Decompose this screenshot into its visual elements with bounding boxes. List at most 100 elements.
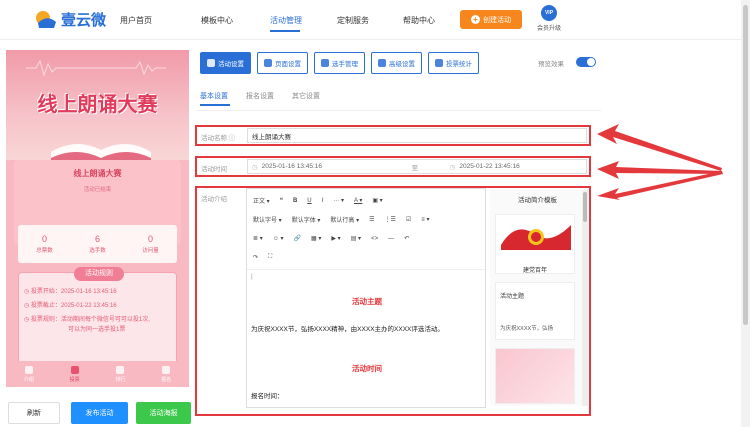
editor-tabs: 活动设置 页面设置 选手管理 高级设置 投票统计 [200, 52, 479, 74]
open-book-icon [51, 143, 151, 160]
rules-title: 活动规则 [74, 267, 124, 281]
divider-line-icon[interactable]: — [388, 236, 394, 242]
todo-icon[interactable]: ☑ [406, 216, 411, 223]
template-panel-scrollbar[interactable] [582, 190, 588, 406]
line-height-select[interactable]: 默认行高 ▾ [330, 215, 359, 224]
divider [196, 110, 601, 111]
paragraph-style-select[interactable]: 正文 ▾ [253, 196, 270, 205]
subtab-basic[interactable]: 基本设置 [200, 91, 228, 101]
underline-icon[interactable]: U [307, 198, 311, 204]
gear-icon [264, 59, 272, 67]
content-heading-time: 活动时间 [352, 364, 382, 373]
annotation-arrows [597, 124, 723, 200]
page-scrollbar[interactable] [741, 0, 750, 427]
gear-icon [207, 59, 215, 67]
signup-icon [162, 365, 171, 374]
preview-hero-title: 线上朗诵大赛 [37, 92, 158, 116]
font-size-select[interactable]: 默认字号 ▾ [253, 215, 282, 224]
rank-icon [116, 365, 125, 374]
sound-wave-icon [26, 59, 166, 77]
activity-poster-button[interactable]: 活动海报 [136, 402, 191, 424]
preview-tabbar: 介绍 投票 排行 报名 [6, 361, 189, 387]
rich-text-editor[interactable]: 正文 ▾ ❝ B U I ··· ▾ A ▾ ▣ ▾ 默认字号 ▾ 默认字体 ▾… [246, 188, 486, 408]
create-activity-button[interactable]: + 创建活动 [460, 10, 522, 29]
italic-icon[interactable]: I [322, 198, 324, 204]
template-card-1-caption: 建党百年 [522, 268, 547, 274]
tab-page-settings[interactable]: 页面设置 [257, 52, 308, 74]
vip-upgrade[interactable]: VIP 会员升级 [537, 5, 561, 32]
template-card-1[interactable]: 建党百年 [495, 214, 575, 274]
nav-help-center[interactable]: 帮助中心 [403, 15, 435, 26]
nav-activity-management[interactable]: 活动管理 [270, 15, 302, 26]
template-panel-scrollbar-thumb[interactable] [583, 192, 587, 222]
bullet-list-icon[interactable]: ☰ [369, 216, 374, 223]
redo-icon[interactable]: ↷ [253, 254, 258, 261]
subtab-other[interactable]: 其它设置 [292, 91, 320, 101]
align-icon[interactable]: ≡ ▾ [421, 216, 429, 223]
intro-label: 活动介绍 [201, 196, 227, 203]
rule-end-time: ◷ 投票截止：2025-01-22 13:45:16 [24, 303, 117, 309]
rule-start-time: ◷ 投票开始：2025-01-16 13:45:16 [24, 289, 117, 295]
template-card-2[interactable]: 活动主题 为庆祝XXXX节，弘扬 [495, 282, 575, 340]
preview-tab-signup: 报名 [161, 365, 171, 383]
intro-template-panel: 活动简介模板 建党百年 活动主题 为庆祝XXXX节，弘扬 [490, 190, 585, 406]
stat-visits: 0 访问量 [142, 234, 159, 254]
vip-badge-icon: VIP [541, 5, 557, 21]
editor-toolbar-row-4: ↷ ⛶ [253, 254, 272, 261]
fullscreen-icon[interactable]: ⛶ [268, 254, 272, 261]
template-card-3[interactable] [495, 348, 575, 404]
activity-name-input[interactable]: 线上朗诵大赛 [247, 128, 587, 143]
create-activity-label: 创建活动 [483, 16, 511, 24]
subtab-signup[interactable]: 报名设置 [246, 91, 274, 101]
preview-hero-banner: 线上朗诵大赛 [6, 50, 189, 160]
end-time-input[interactable]: 2025-01-22 13:45:16 [459, 163, 519, 170]
image-icon[interactable]: ▦ ▾ [311, 235, 321, 242]
preview-effect-toggle[interactable] [576, 57, 596, 67]
editor-content[interactable]: | 活动主题 为庆祝XXXX节，弘扬XXXX精神，由XXXX主办的XXXX评选活… [251, 273, 483, 400]
numbered-list-icon[interactable]: ⋮☰ [385, 216, 396, 223]
preview-stats: 0 总票数 6 选手数 0 访问量 [18, 225, 177, 263]
quote-icon[interactable]: ❝ [280, 197, 283, 204]
page-scrollbar-thumb[interactable] [743, 5, 748, 325]
toolbar-separator [247, 269, 485, 270]
emoji-icon[interactable]: ☺ ▾ [273, 235, 284, 242]
publish-activity-button[interactable]: 发布活动 [71, 402, 128, 424]
settings-subtabs: 基本设置 报名设置 其它设置 [200, 91, 320, 101]
activity-time-range: ◷ 2025-01-16 13:45:16 至 ◷ 2025-01-22 13:… [247, 159, 587, 174]
template-card-2-text: 为庆祝XXXX节，弘扬 [500, 326, 554, 332]
more-icon[interactable]: ··· ▾ [333, 197, 344, 204]
indent-icon[interactable]: ≣ ▾ [253, 235, 263, 242]
nav-template-center[interactable]: 模板中心 [201, 15, 233, 26]
time-separator: 至 [411, 164, 419, 172]
preview-panel-title: 线上朗诵大赛 [73, 169, 122, 178]
font-family-select[interactable]: 默认字体 ▾ [292, 215, 321, 224]
table-icon[interactable]: ▤ ▾ [351, 235, 361, 242]
stat-contestants: 6 选手数 [89, 234, 106, 254]
tab-contestant-management[interactable]: 选手管理 [314, 52, 365, 74]
refresh-button[interactable]: 刷新 [8, 402, 60, 424]
name-label: 活动名称 ⓘ [201, 135, 236, 142]
undo-icon[interactable]: ↶ [404, 235, 409, 242]
start-time-input[interactable]: 2025-01-16 13:45:16 [262, 163, 412, 170]
tab-activity-settings[interactable]: 活动设置 [200, 52, 251, 74]
preview-effect-label: 预览效果 [538, 61, 564, 68]
editor-toolbar-row-1: 正文 ▾ ❝ B U I ··· ▾ A ▾ ▣ ▾ [253, 196, 383, 206]
bold-icon[interactable]: B [293, 198, 297, 204]
nav-custom-service[interactable]: 定制服务 [337, 15, 369, 26]
phone-preview: 线上朗诵大赛 线上朗诵大赛 活动已结束 0 总票数 6 选手数 0 访问量 活动规则 … [6, 50, 189, 387]
nav-user-home[interactable]: 用户首页 [120, 15, 152, 26]
editor-toolbar-row-2: 默认字号 ▾ 默认字体 ▾ 默认行高 ▾ ☰ ⋮☰ ☑ ≡ ▾ [253, 215, 429, 224]
code-icon[interactable]: <> [371, 236, 378, 242]
link-icon[interactable]: 🔗 [294, 235, 301, 242]
tab-vote-statistics[interactable]: 投票统计 [428, 52, 479, 74]
vote-icon [70, 365, 79, 374]
tab-advanced-settings[interactable]: 高级设置 [371, 52, 422, 74]
active-nav-indicator [270, 30, 300, 32]
background-color-icon[interactable]: ▣ ▾ [372, 197, 382, 204]
template-card-2-heading: 活动主题 [500, 294, 525, 300]
clock-icon: ◷ [449, 163, 456, 171]
video-icon[interactable]: ▶ ▾ [331, 235, 340, 242]
font-color-icon[interactable]: A ▾ [354, 197, 362, 204]
clock-icon: ◷ [252, 163, 258, 171]
logo[interactable]: 壹云微 [36, 9, 106, 30]
